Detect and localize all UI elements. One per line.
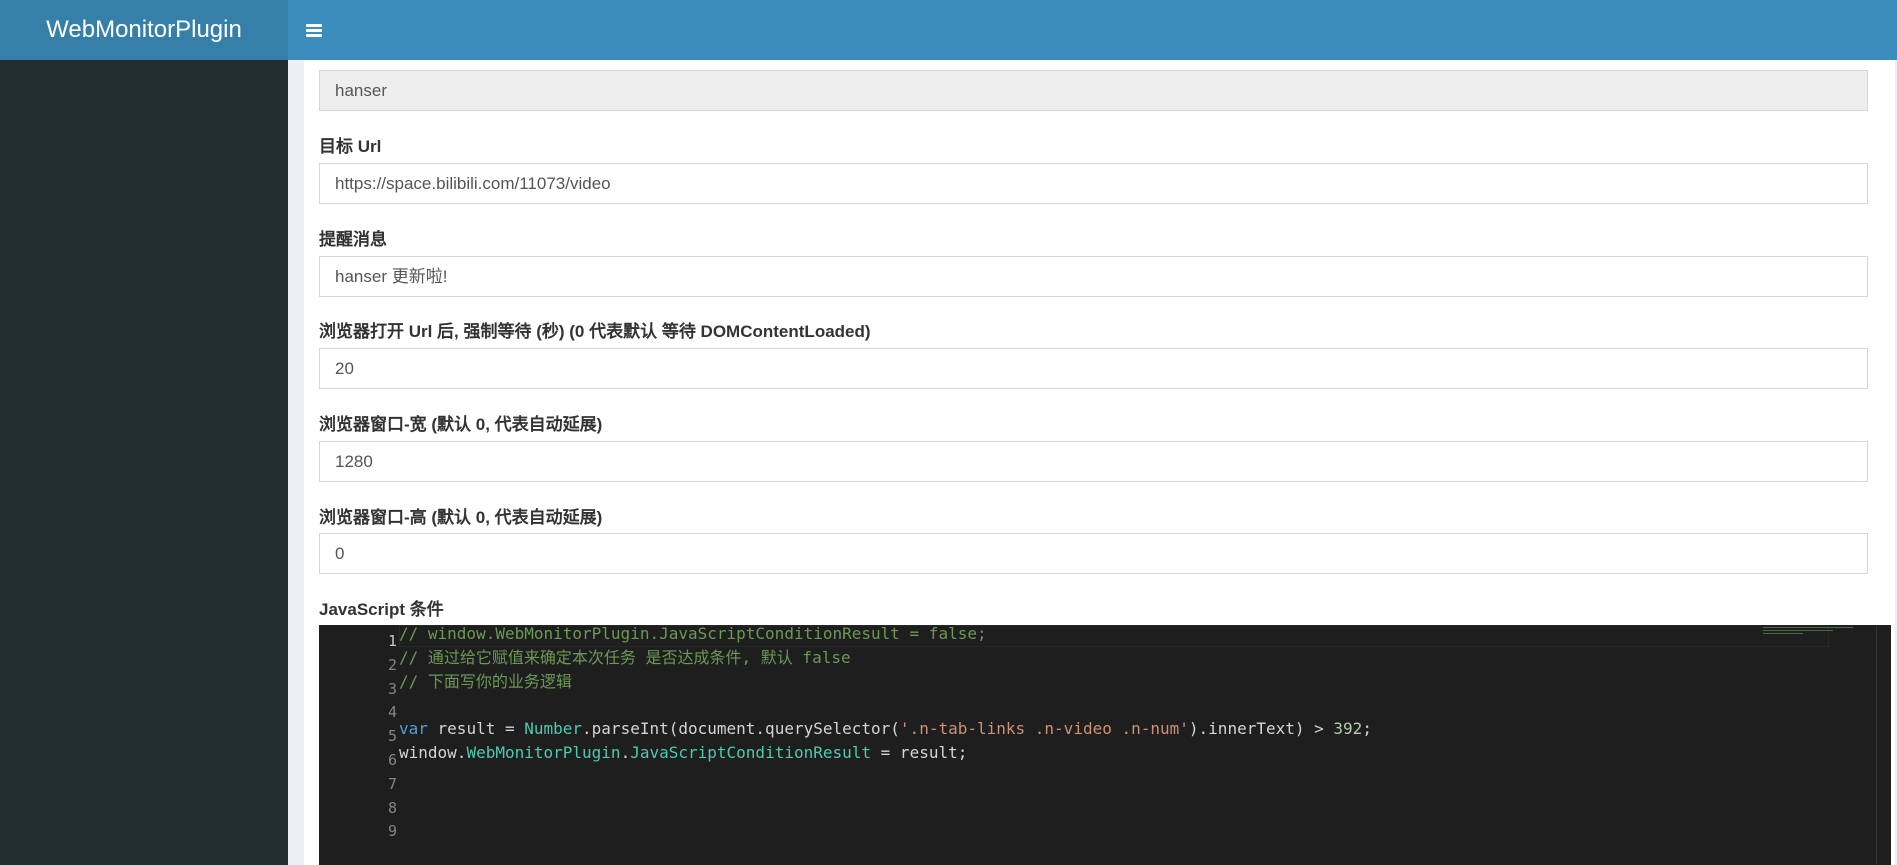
code-token: // 通过给它赋值来确定本次任务 是否达成条件, 默认 false bbox=[399, 647, 851, 667]
window-width-label: 浏览器窗口-宽 (默认 0, 代表自动延展) bbox=[319, 415, 603, 434]
code-editor[interactable]: 1 2 3 4 5 6 7 8 9 // window.WebMonitorPlugin.Jav… bbox=[319, 625, 1891, 865]
target-url-label: 目标 Url bbox=[319, 137, 382, 156]
window-height-field[interactable]: 0 bbox=[319, 533, 1868, 574]
code-token: Number bbox=[524, 719, 583, 739]
sidebar-toggle-button[interactable] bbox=[288, 0, 340, 60]
code-token: ; bbox=[1362, 719, 1372, 739]
line-number: 3 bbox=[387, 679, 397, 698]
code-token: window. bbox=[399, 743, 467, 762]
window-width-field[interactable]: 1280 bbox=[319, 441, 1868, 482]
line-number: 6 bbox=[387, 751, 397, 769]
line-number: 5 bbox=[387, 727, 397, 746]
code-token: = result; bbox=[871, 743, 968, 762]
code-line: window.WebMonitorPlugin.JavaScriptCondit… bbox=[399, 741, 967, 765]
code-line: // 下面写你的业务逻辑 bbox=[399, 670, 572, 694]
top-header: WebMonitorPlugin bbox=[0, 0, 1897, 60]
code-token: WebMonitorPlugin bbox=[466, 743, 621, 762]
line-number: 9 bbox=[387, 822, 397, 841]
code-token: var bbox=[399, 719, 428, 739]
code-token: JavaScriptConditionResult bbox=[630, 743, 872, 762]
code-token: result = bbox=[427, 719, 525, 739]
wait-time-field[interactable]: 20 bbox=[319, 348, 1868, 389]
line-number: 4 bbox=[387, 703, 397, 722]
window-height-label: 浏览器窗口-高 (默认 0, 代表自动延展) bbox=[319, 508, 603, 527]
line-number: 7 bbox=[387, 774, 397, 793]
wait-time-label: 浏览器打开 Url 后, 强制等待 (秒) (0 代表默认 等待 DOMCont… bbox=[319, 322, 871, 341]
code-token: . bbox=[620, 743, 631, 762]
js-condition-label: JavaScript 条件 bbox=[319, 600, 444, 619]
code-token: 392 bbox=[1333, 719, 1363, 739]
code-token: .parseInt(document.querySelector( bbox=[582, 719, 900, 739]
editor-minimap[interactable] bbox=[1763, 627, 1863, 641]
code-token: '.n-tab-links .n-video .n-num' bbox=[899, 719, 1189, 739]
target-url-field[interactable]: https://space.bilibili.com/11073/video bbox=[319, 163, 1868, 204]
code-token: // window.WebMonitorPlugin.JavaScriptCon… bbox=[399, 625, 987, 643]
editor-scrollbar[interactable] bbox=[1876, 625, 1891, 865]
line-number: 2 bbox=[387, 655, 397, 674]
code-line: // 通过给它赋值来确定本次任务 是否达成条件, 默认 false bbox=[399, 646, 851, 670]
code-token: ).innerText) > bbox=[1188, 719, 1334, 739]
line-number: 8 bbox=[387, 798, 397, 817]
sidebar bbox=[0, 60, 288, 865]
code-line: var result = Number.parseInt(document.qu… bbox=[399, 717, 1372, 741]
name-field[interactable]: hanser bbox=[319, 70, 1868, 111]
line-number: 1 bbox=[387, 632, 397, 650]
app-logo[interactable]: WebMonitorPlugin bbox=[0, 0, 288, 60]
code-token: // 下面写你的业务逻辑 bbox=[399, 671, 572, 691]
hamburger-icon bbox=[306, 23, 322, 37]
message-label: 提醒消息 bbox=[319, 230, 387, 249]
code-line: // window.WebMonitorPlugin.JavaScriptCon… bbox=[399, 625, 987, 646]
message-field[interactable]: hanser 更新啦! bbox=[319, 256, 1868, 297]
